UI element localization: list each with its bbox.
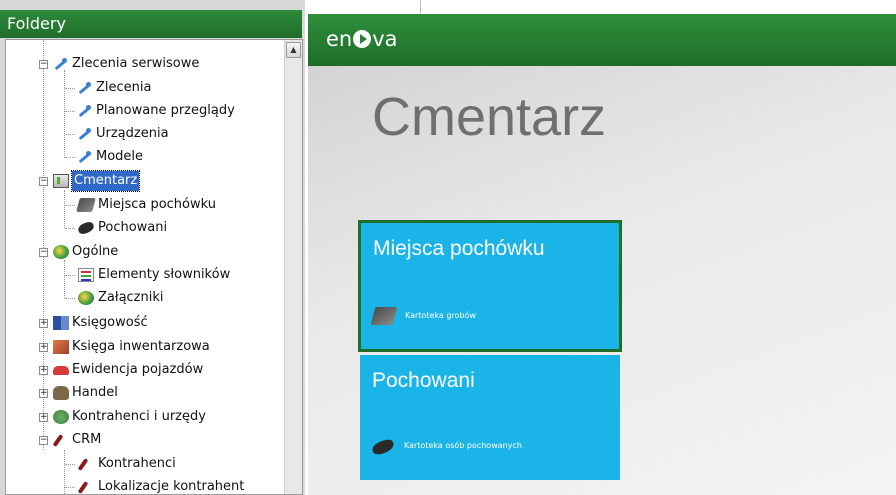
tree-node-zlecenia[interactable]: Zlecenia (6, 78, 286, 98)
wrench-icon (76, 127, 92, 141)
tree-node-crm[interactable]: − CRM (6, 430, 286, 450)
tile-title: Pochowani (372, 369, 475, 392)
tree-node-label: Zlecenia (96, 80, 152, 95)
tile-subtitle: Kartoteka grobów (405, 311, 476, 320)
tree-node-elementy-slownikow[interactable]: Elementy słowników (6, 265, 286, 285)
crm-icon (53, 433, 69, 447)
tree-node-ewidencja-pojazdow[interactable]: + Ewidencja pojazdów (6, 360, 286, 380)
wrench-icon (76, 150, 92, 164)
tree-node-handel[interactable]: + Handel (6, 383, 286, 403)
enova-logo: en va (326, 25, 398, 53)
tree-node-kontrahenci[interactable]: Kontrahenci (6, 454, 286, 474)
tree-node-label: Lokalizacje kontrahent (98, 479, 245, 494)
tree-node-label: CRM (72, 432, 102, 447)
crm-icon (78, 480, 94, 494)
hand-icon (53, 386, 69, 400)
tree-node-label: Ewidencja pojazdów (72, 362, 204, 377)
tree-node-label: Planowane przeglądy (96, 103, 235, 118)
tree-node-miejsca-pochowku[interactable]: Miejsca pochówku (6, 195, 286, 215)
dictionary-icon (78, 268, 94, 282)
tree-node-label: Kontrahenci (98, 456, 176, 471)
wrench-icon (76, 81, 92, 95)
brand-bar: en va (308, 14, 896, 66)
tree-node-label: Ogólne (72, 244, 119, 259)
expand-toggle[interactable]: + (39, 413, 48, 422)
collapse-toggle[interactable]: − (39, 248, 48, 257)
tree-node-label: Kontrahenci i urzędy (72, 409, 206, 424)
play-circle-icon (353, 30, 372, 48)
expand-toggle[interactable]: + (39, 389, 48, 398)
tile-pochowani[interactable]: Pochowani Kartoteka osób pochowanych (360, 355, 620, 480)
tree-node-ksiega-inwentarzowa[interactable]: + Księga inwentarzowa (6, 337, 286, 357)
tree-node-pochowani[interactable]: Pochowani (6, 218, 286, 238)
coffin-icon (76, 220, 96, 236)
tree-node-modele[interactable]: Modele (6, 147, 286, 167)
wrench-icon (52, 57, 68, 71)
tile-miejsca-pochowku[interactable]: Miejsca pochówku Kartoteka grobów (358, 220, 622, 352)
scroll-up-arrow-icon[interactable]: ▲ (286, 42, 301, 58)
tree-node-planowane-przeglady[interactable]: Planowane przeglądy (6, 101, 286, 121)
globe-icon (78, 291, 94, 305)
globe-icon (53, 245, 69, 259)
box-icon (53, 340, 69, 354)
tree-node-label: Księgowość (72, 315, 148, 330)
tree-node-ksiegowosc[interactable]: + Księgowość (6, 313, 286, 333)
expand-toggle[interactable]: + (39, 366, 48, 375)
grave-icon (370, 307, 398, 325)
tree-node-lokalizacje-kontrahent[interactable]: Lokalizacje kontrahent (6, 477, 286, 494)
tree-scrollbar[interactable]: ▲ (284, 40, 302, 494)
grave-icon (76, 198, 96, 212)
tree-node-label: Księga inwentarzowa (72, 339, 210, 354)
tree-node-ogolne[interactable]: − Ogólne (6, 242, 286, 262)
collapse-toggle[interactable]: − (39, 436, 48, 445)
tree-node-label: Elementy słowników (98, 267, 231, 282)
folder-tree[interactable]: ▲ − Zlecenia serwisowe Zlecenia Planowan… (5, 39, 303, 495)
tree-node-zlecenia-serwisowe[interactable]: − Zlecenia serwisowe (6, 54, 286, 74)
tree-node-label: Modele (96, 149, 144, 164)
collapse-toggle[interactable]: − (39, 177, 48, 186)
expand-toggle[interactable]: + (39, 343, 48, 352)
crm-icon (78, 457, 94, 471)
tree-node-zalaczniki[interactable]: Załączniki (6, 288, 286, 308)
folders-panel: Foldery ▲ − Zlecenia serwisowe Zlecenia … (0, 0, 305, 495)
collapse-toggle[interactable]: − (39, 60, 48, 69)
tree-node-label-selected: Cmentarz (70, 170, 141, 192)
expand-toggle[interactable]: + (39, 319, 48, 328)
coffin-icon (370, 437, 396, 457)
tree-node-kontrahenci-i-urzedy[interactable]: + Kontrahenci i urzędy (6, 407, 286, 427)
tree-node-label: Miejsca pochówku (98, 197, 217, 212)
tile-title: Miejsca pochówku (373, 237, 545, 260)
tree-node-urzadzenia[interactable]: Urządzenia (6, 124, 286, 144)
wrench-icon (76, 104, 92, 118)
tree-node-label: Zlecenia serwisowe (72, 56, 200, 71)
tree-node-label: Pochowani (98, 220, 168, 235)
logo-text-left: en (326, 27, 353, 51)
folders-panel-title: Foldery (0, 10, 302, 38)
tree-node-label: Urządzenia (96, 126, 169, 141)
tree-node-label: Załączniki (98, 290, 164, 305)
car-icon (53, 366, 69, 375)
main-content: en va Cmentarz Miejsca pochówku Kartoteka… (308, 14, 896, 495)
top-strip (308, 0, 896, 14)
tree-node-label: Handel (72, 385, 118, 400)
tree-node-cmentarz[interactable]: − Cmentarz (6, 170, 286, 192)
cemetery-icon (53, 174, 69, 188)
partner-icon (53, 410, 69, 424)
page-title: Cmentarz (372, 87, 607, 147)
tile-subtitle: Kartoteka osób pochowanych (404, 441, 522, 450)
books-icon (53, 316, 69, 330)
logo-text-right: va (372, 27, 398, 51)
